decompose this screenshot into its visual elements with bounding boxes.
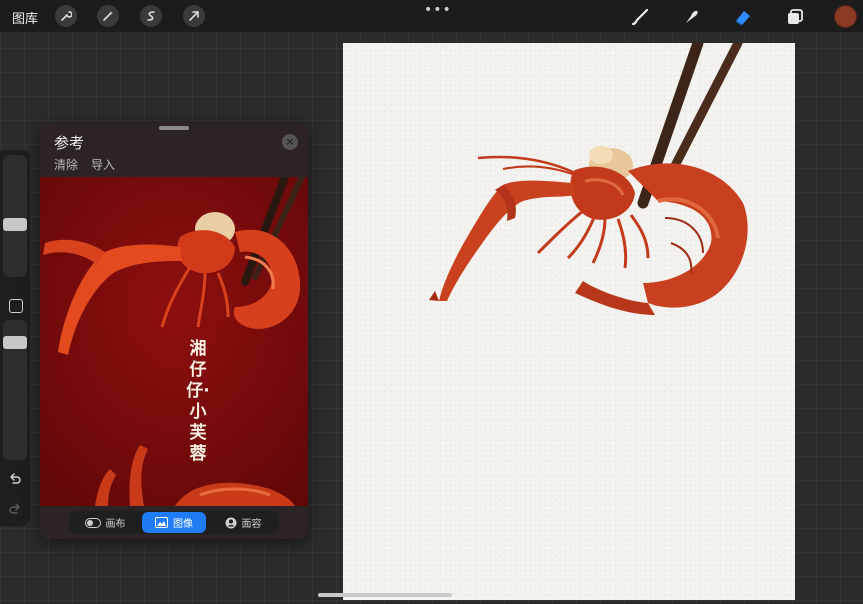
close-icon[interactable]: × <box>282 134 298 150</box>
brush-icon[interactable] <box>629 6 651 28</box>
modify-button[interactable] <box>9 299 23 313</box>
opacity-handle[interactable] <box>3 336 27 349</box>
tab-face[interactable]: 面容 <box>211 512 275 533</box>
image-icon <box>155 517 168 528</box>
home-indicator[interactable] <box>318 593 452 597</box>
import-button[interactable]: 导入 <box>91 156 115 173</box>
selection-icon[interactable] <box>140 5 162 27</box>
left-sidebar <box>0 150 30 526</box>
reference-overlay-text: 湘仔仔·小芙蓉 <box>186 339 210 464</box>
magic-wand-icon[interactable] <box>97 5 119 27</box>
crayfish-painting <box>429 37 748 315</box>
canvas-toggle-icon <box>84 517 101 528</box>
gallery-button[interactable]: 图库 <box>12 8 38 27</box>
smudge-icon[interactable] <box>681 6 703 28</box>
reference-mode-selector: 画布 图像 面容 <box>69 511 279 534</box>
transform-arrow-icon[interactable] <box>183 5 205 27</box>
reference-title: 参考 <box>54 134 85 152</box>
more-options-handle[interactable]: ••• <box>424 2 452 18</box>
face-icon <box>225 517 236 528</box>
color-swatch[interactable] <box>834 5 857 28</box>
eraser-icon[interactable] <box>732 6 754 28</box>
redo-icon[interactable] <box>8 501 22 520</box>
undo-icon[interactable] <box>8 471 22 490</box>
wrench-icon[interactable] <box>55 5 77 27</box>
reference-panel: 参考 × 清除 导入 湘仔仔·小芙蓉 画布 图像 面容 <box>40 122 308 539</box>
reference-image: 湘仔仔·小芙蓉 <box>40 177 308 506</box>
drawing-canvas[interactable] <box>343 37 795 600</box>
brush-size-handle[interactable] <box>3 218 27 231</box>
top-toolbar: 图库 ••• <box>0 0 863 32</box>
tab-canvas[interactable]: 画布 <box>73 512 137 533</box>
tab-image[interactable]: 图像 <box>142 512 206 533</box>
reference-crayfish-photo <box>40 177 308 506</box>
clear-button[interactable]: 清除 <box>54 156 78 173</box>
layers-icon[interactable] <box>784 6 806 28</box>
brush-size-slider[interactable] <box>3 155 27 277</box>
panel-grabber[interactable] <box>159 126 189 130</box>
